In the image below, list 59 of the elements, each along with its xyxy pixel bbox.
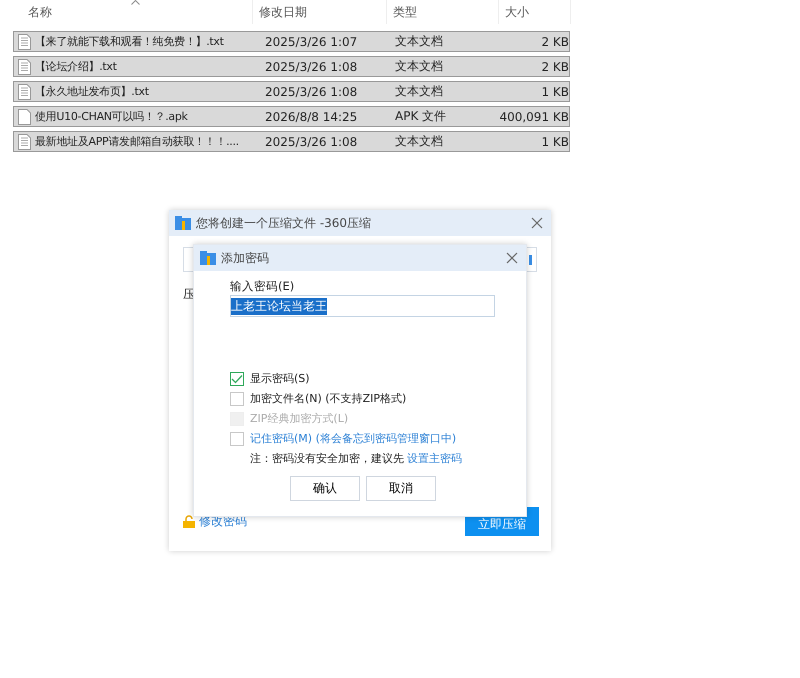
column-title: 名称 bbox=[28, 4, 52, 20]
column-title: 大小 bbox=[505, 4, 529, 20]
file-size: 400,091 KB bbox=[498, 110, 569, 124]
close-icon[interactable] bbox=[506, 252, 518, 264]
file-type: APK 文件 bbox=[394, 108, 448, 125]
password-field[interactable]: 上老王论坛当老王 bbox=[230, 295, 495, 317]
file-date: 2026/8/8 14:25 bbox=[264, 110, 358, 124]
field-icon bbox=[529, 254, 532, 264]
archive-icon bbox=[175, 216, 191, 230]
file-name: 使用U10-CHAN可以吗！？.apk bbox=[35, 109, 188, 124]
file-row[interactable]: 【永久地址发布页】.txt 2025/3/26 1:08 文本文档 1 KB bbox=[13, 81, 570, 102]
file-row[interactable]: 【来了就能下载和观看！纯免费！】.txt 2025/3/26 1:07 文本文档 2 KB bbox=[13, 31, 570, 52]
dialog-button[interactable]: 确认 bbox=[290, 476, 360, 501]
file-type: 文本文档 bbox=[394, 33, 444, 50]
file-type: 文本文档 bbox=[394, 133, 444, 150]
column-title: 修改日期 bbox=[259, 4, 307, 20]
dialog-button[interactable]: 取消 bbox=[366, 476, 436, 501]
lock-icon bbox=[183, 515, 195, 528]
checkbox[interactable] bbox=[230, 432, 244, 446]
file-name: 【论坛介绍】.txt bbox=[35, 59, 117, 74]
file-date: 2025/3/26 1:07 bbox=[264, 34, 358, 48]
file-size: 2 KB bbox=[540, 60, 569, 74]
archive-icon bbox=[200, 251, 216, 265]
text-file-icon bbox=[18, 34, 31, 50]
dialog-title: 您将创建一个压缩文件 -360压缩 bbox=[196, 214, 372, 232]
file-row[interactable]: 使用U10-CHAN可以吗！？.apk 2026/8/8 14:25 APK 文件 400,091 KB bbox=[13, 106, 570, 127]
file-date: 2025/3/26 1:08 bbox=[264, 134, 358, 148]
set-master-password-link[interactable]: 设置主密码 bbox=[407, 451, 462, 466]
note-text: 注：密码没有安全加密，建议先 bbox=[250, 451, 404, 466]
option-label: 显示密码(S) bbox=[250, 371, 310, 386]
file-date: 2025/3/26 1:08 bbox=[264, 60, 358, 74]
column-header[interactable]: 大小 bbox=[499, 0, 571, 24]
checkbox[interactable] bbox=[230, 372, 244, 386]
file-size: 1 KB bbox=[540, 134, 569, 148]
file-row[interactable]: 最新地址及APP请发邮箱自动获取！！！.... 2025/3/26 1:08 文本文档 1 KB bbox=[13, 131, 570, 152]
password-label: 输入密码(E) bbox=[230, 279, 296, 294]
dialog-title: 添加密码 bbox=[221, 250, 269, 266]
close-icon[interactable] bbox=[531, 217, 543, 229]
checkbox[interactable] bbox=[230, 392, 244, 406]
option-label: 加密文件名(N) (不支持ZIP格式) bbox=[250, 391, 406, 406]
option-label: ZIP经典加密方式(L) bbox=[250, 411, 348, 426]
option-label: 记住密码(M) (将会备忘到密码管理窗口中) bbox=[250, 431, 456, 446]
text-file-icon bbox=[18, 134, 31, 150]
file-date: 2025/3/26 1:08 bbox=[264, 84, 358, 98]
file-size: 1 KB bbox=[540, 84, 569, 98]
file-name: 【来了就能下载和观看！纯免费！】.txt bbox=[35, 34, 224, 49]
column-header[interactable]: 修改日期 bbox=[253, 0, 387, 24]
column-title: 类型 bbox=[393, 4, 417, 20]
blank-file-icon bbox=[18, 108, 31, 124]
text-file-icon bbox=[18, 58, 31, 74]
file-size: 2 KB bbox=[540, 34, 569, 48]
column-header[interactable]: 类型 bbox=[387, 0, 499, 24]
file-type: 文本文档 bbox=[394, 58, 444, 75]
file-name: 【永久地址发布页】.txt bbox=[35, 84, 149, 99]
file-type: 文本文档 bbox=[394, 83, 444, 100]
column-header[interactable]: 名称 bbox=[0, 0, 253, 24]
file-name: 最新地址及APP请发邮箱自动获取！！！.... bbox=[35, 134, 239, 149]
text-file-icon bbox=[18, 84, 31, 100]
file-row[interactable]: 【论坛介绍】.txt 2025/3/26 1:08 文本文档 2 KB bbox=[13, 56, 570, 77]
